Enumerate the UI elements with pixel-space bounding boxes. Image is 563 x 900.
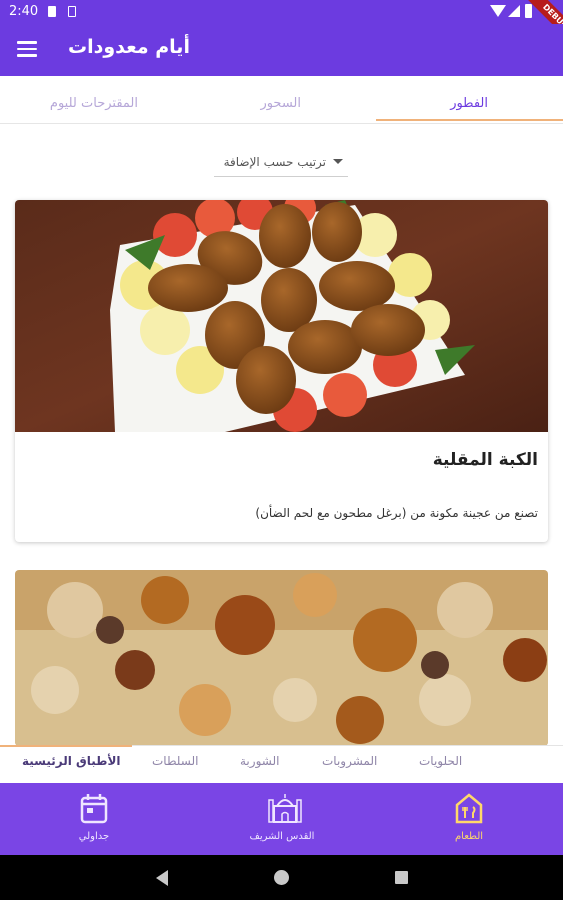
category-indicator — [0, 745, 132, 747]
nav-food[interactable]: الطعام — [409, 783, 529, 855]
restaurant-icon — [455, 793, 483, 824]
sort-label: ترتيب حسب الإضافة — [223, 155, 326, 169]
app-title: أيام معدودات — [68, 36, 190, 58]
back-icon[interactable] — [156, 870, 168, 886]
recipe-description: تصنع من عجينة مكونة من (برغل مطحون مع لح… — [255, 506, 538, 520]
recent-apps-icon[interactable] — [395, 871, 408, 884]
nav-schedules[interactable]: جداولي — [34, 783, 154, 855]
home-icon[interactable] — [274, 870, 289, 885]
nav-food-label: الطعام — [454, 831, 484, 842]
category-drinks[interactable]: المشروبات — [322, 754, 377, 768]
sim-card-icon — [68, 6, 76, 17]
menu-icon[interactable] — [17, 41, 37, 57]
system-nav-bar — [0, 855, 563, 900]
category-tabs: الأطباق الرئيسية السلطات الشوربة المشروب… — [0, 745, 563, 783]
signal-icon — [508, 5, 520, 17]
recipe-title: الكبة المقلية — [432, 450, 538, 470]
category-main-dishes[interactable]: الأطباق الرئيسية — [22, 754, 121, 768]
recipe-card[interactable]: الكبة المقلية تصنع من عجينة مكونة من (بر… — [15, 200, 548, 542]
category-sweets[interactable]: الحلويات — [419, 754, 462, 768]
nav-schedules-label: جداولي — [78, 831, 110, 842]
sort-dropdown[interactable]: ترتيب حسب الإضافة — [214, 152, 348, 177]
status-time: 2:40 — [9, 4, 39, 19]
dropdown-arrow-icon — [333, 159, 343, 164]
category-soup[interactable]: الشوربة — [240, 754, 279, 768]
app-bar: أيام معدودات — [0, 24, 563, 76]
battery-icon — [525, 4, 532, 18]
tab-suggestions[interactable]: المقترحات لليوم — [50, 96, 138, 111]
recipe-image — [15, 570, 548, 746]
sd-card-icon — [48, 6, 56, 17]
recipe-image — [15, 200, 548, 432]
nav-jerusalem[interactable]: القدس الشريف — [222, 783, 342, 855]
status-bar: 2:40 — [0, 0, 563, 24]
bottom-nav: الطعام القدس الشريف جداولي — [0, 783, 563, 855]
recipe-card[interactable] — [15, 570, 548, 746]
calendar-icon — [80, 794, 108, 824]
wifi-icon — [490, 5, 506, 17]
nav-jerusalem-label: القدس الشريف — [249, 831, 315, 842]
mosque-icon — [268, 794, 302, 823]
tab-suhoor[interactable]: السحور — [260, 96, 301, 111]
tab-iftar[interactable]: الفطور — [450, 96, 488, 111]
category-salads[interactable]: السلطات — [152, 754, 198, 768]
tab-indicator — [376, 119, 563, 121]
